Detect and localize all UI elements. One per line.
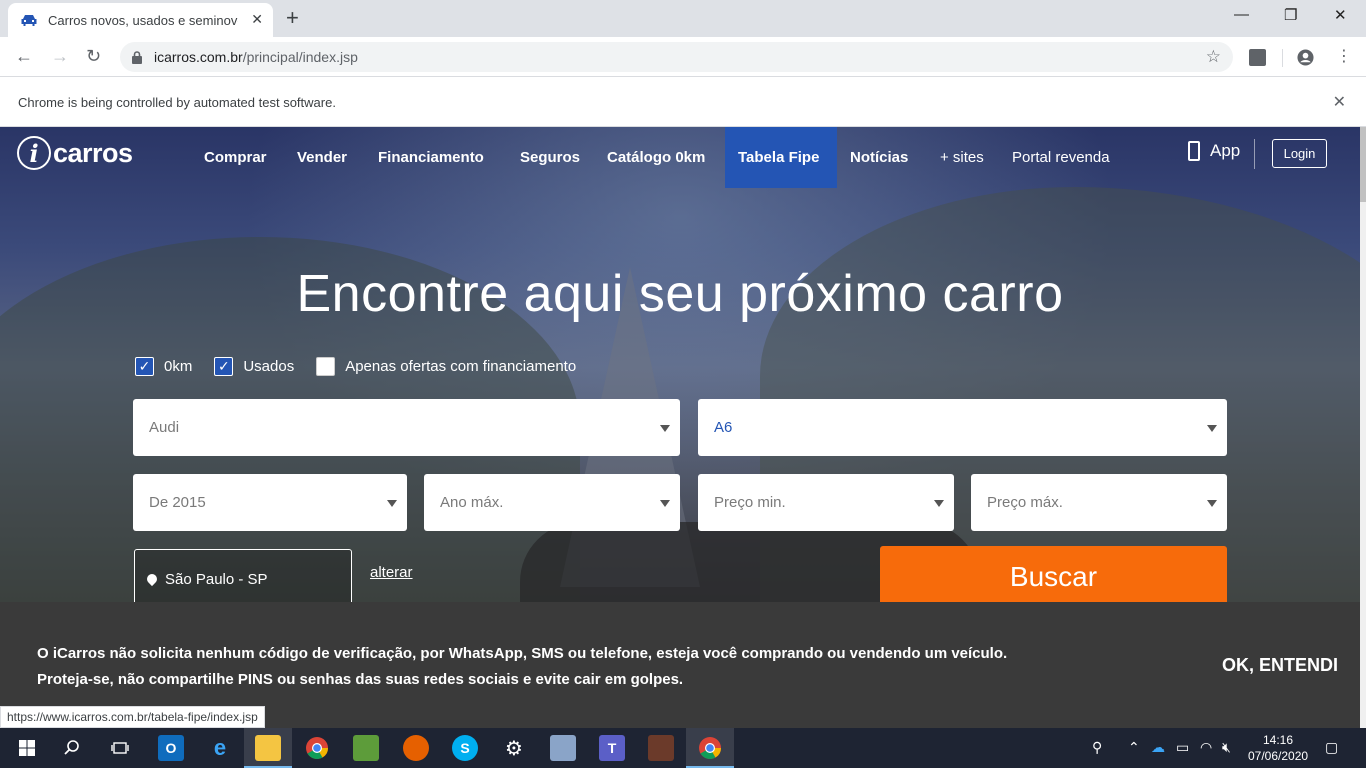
browser-toolbar: ← → ↻ icarros.com.br/principal/index.jsp… [0,37,1366,77]
profile-icon[interactable] [1297,49,1314,66]
nav-tabela-fipe[interactable]: Tabela Fipe [725,127,837,188]
brand-select[interactable]: Audi [133,399,680,456]
location-field[interactable]: São Paulo - SP [134,549,352,609]
login-button[interactable]: Login [1272,139,1327,168]
checkbox-usados[interactable]: ✓ Usados [214,357,294,376]
settings-gear-icon[interactable]: ⚙ [501,735,527,761]
chevron-down-icon [660,425,670,432]
edge-icon[interactable]: e [207,735,233,761]
volume-muted-icon[interactable]: 🔇︎ [1222,739,1231,756]
search-icon[interactable] [59,735,85,761]
firefox-icon[interactable] [403,735,429,761]
file-explorer-icon[interactable] [255,735,281,761]
game-icon[interactable] [648,735,674,761]
car-icon [21,15,37,26]
checkbox-checked-icon[interactable]: ✓ [135,357,154,376]
checkbox-checked-icon[interactable]: ✓ [214,357,234,376]
notepad-icon[interactable] [353,735,379,761]
windows-taskbar: O e S ⚙ T ⚲ ⌃ ☁ ▭ ◠ 🔇︎ 14:16 07/06/2020 … [0,728,1366,768]
infobar-text: Chrome is being controlled by automated … [18,95,336,110]
chevron-down-icon [1207,425,1217,432]
security-notice-text: O iCarros não solicita nenhum código de … [37,645,1008,688]
task-view-icon[interactable] [107,735,133,761]
phone-icon [1188,141,1200,161]
taskbar-clock[interactable]: 14:16 07/06/2020 [1248,732,1308,764]
price-min-select[interactable]: Preço min. [698,474,954,531]
chevron-down-icon [934,500,944,507]
windows-start-icon[interactable] [14,735,40,761]
checkbox-financiamento[interactable]: Apenas ofertas com financiamento [316,357,576,376]
logo-mark: i [17,136,51,170]
header-divider [1254,139,1255,169]
app-link[interactable]: App [1188,141,1240,161]
automation-infobar: Chrome is being controlled by automated … [0,78,1366,127]
onedrive-icon[interactable]: ☁ [1151,739,1165,756]
people-icon[interactable]: ⚲ [1092,739,1102,756]
minimize-icon[interactable]: — [1234,6,1249,23]
toolbar-divider [1282,49,1283,67]
notification-icon[interactable]: ▢ [1325,739,1338,756]
bookmark-star-icon[interactable]: ☆ [1206,47,1221,67]
scrollbar-thumb[interactable] [1360,127,1366,202]
wifi-icon[interactable]: ◠ [1200,739,1212,756]
notice-ok-button[interactable]: OK, ENTENDI [1222,655,1338,676]
year-max-select[interactable]: Ano máx. [424,474,680,531]
page-hero: i carros Comprar Vender Financiamento Se… [0,127,1360,728]
address-bar[interactable]: icarros.com.br/principal/index.jsp ☆ [120,42,1233,72]
checkbox-0km[interactable]: ✓ 0km [135,357,192,376]
map-pin-icon [144,571,160,587]
nav-vender[interactable]: Vender [284,127,360,188]
battery-icon[interactable]: ▭ [1176,739,1189,756]
app-icon[interactable] [550,735,576,761]
back-icon[interactable]: ← [15,46,33,67]
nav-comprar[interactable]: Comprar [191,127,280,188]
nav-seguros[interactable]: Seguros [507,127,593,188]
menu-dots-icon[interactable]: ⋮ [1336,46,1352,66]
chrome-icon[interactable] [304,735,330,761]
nav-more-sites[interactable]: + sites [927,127,997,188]
chevron-down-icon [1207,500,1217,507]
change-location-link[interactable]: alterar [370,564,413,581]
window-close-icon[interactable]: ✕ [1334,6,1347,24]
page-scrollbar[interactable] [1360,127,1366,728]
search-button[interactable]: Buscar [880,546,1227,608]
nav-portal-revenda[interactable]: Portal revenda [999,127,1123,188]
browser-tabstrip: Carros novos, usados e seminovo ✕ + — ❐ … [0,0,1366,37]
nav-noticias[interactable]: Notícias [837,127,921,188]
price-max-select[interactable]: Preço máx. [971,474,1227,531]
chrome-icon[interactable] [697,735,723,761]
forward-icon[interactable]: → [51,46,69,67]
skype-icon[interactable]: S [452,735,478,761]
lock-icon [132,50,142,64]
maximize-icon[interactable]: ❐ [1284,6,1297,24]
checkbox-unchecked-icon[interactable] [316,357,336,376]
chevron-down-icon [660,500,670,507]
nav-financiamento[interactable]: Financiamento [365,127,497,188]
tab-title: Carros novos, usados e seminovo [48,12,238,28]
browser-tab[interactable]: Carros novos, usados e seminovo ✕ [8,3,273,37]
model-select[interactable]: A6 [698,399,1227,456]
new-tab-icon[interactable]: + [286,6,299,30]
year-min-select[interactable]: De 2015 [133,474,407,531]
teams-icon[interactable]: T [599,735,625,761]
logo-text: carros [53,137,133,168]
search-filters: ✓ 0km ✓ Usados Apenas ofertas com financ… [135,357,598,376]
icarros-logo[interactable]: i carros [17,135,133,171]
nav-catalogo-0km[interactable]: Catálogo 0km [594,127,718,188]
hero-headline: Encontre aqui seu próximo carro [296,265,1064,323]
reload-icon[interactable]: ↻ [86,46,101,67]
infobar-close-icon[interactable]: ✕ [1333,92,1346,112]
link-status-bubble: https://www.icarros.com.br/tabela-fipe/i… [0,706,265,728]
app-label: App [1210,141,1241,160]
extension-icon[interactable] [1249,49,1266,66]
url-text: icarros.com.br/principal/index.jsp [154,49,358,65]
outlook-icon[interactable]: O [158,735,184,761]
tab-close-icon[interactable]: ✕ [251,11,263,28]
chevron-up-icon[interactable]: ⌃ [1128,739,1140,756]
chevron-down-icon [387,500,397,507]
site-header: i carros Comprar Vender Financiamento Se… [0,127,1360,188]
